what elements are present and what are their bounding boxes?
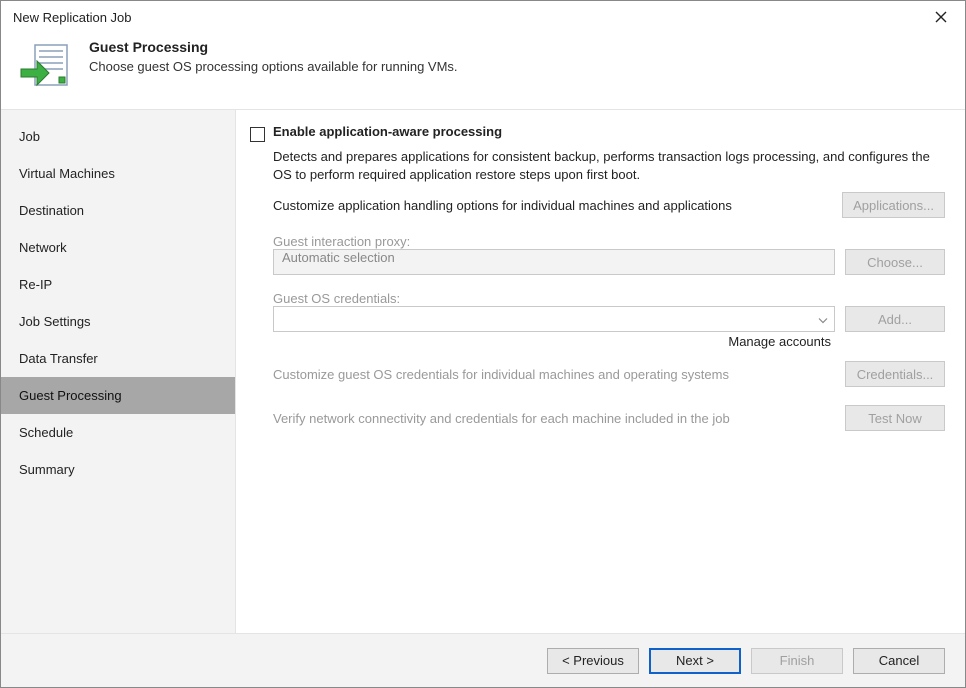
proxy-label: Guest interaction proxy: [273,234,945,249]
nav-destination[interactable]: Destination [1,192,235,229]
chevron-down-icon [818,312,828,327]
applications-button[interactable]: Applications... [842,192,945,218]
enable-app-aware-label: Enable application-aware processing [273,124,502,139]
credentials-section: Guest OS credentials: Add... Manage acco… [273,283,945,349]
manage-accounts-row: Manage accounts [273,334,945,349]
wizard-footer: < Previous Next > Finish Cancel [1,633,965,687]
nav-job-settings[interactable]: Job Settings [1,303,235,340]
proxy-row: Automatic selection Choose... [273,249,945,275]
page-title: Guest Processing [89,39,458,55]
titlebar: New Replication Job [1,1,965,33]
wizard-window: New Replication Job Guest Processing Cho… [0,0,966,688]
close-button[interactable] [927,3,955,31]
wizard-body: Job Virtual Machines Destination Network… [1,109,965,633]
enable-app-aware-desc: Detects and prepares applications for co… [273,148,945,184]
verify-text: Verify network connectivity and credenti… [273,411,835,426]
nav-data-transfer[interactable]: Data Transfer [1,340,235,377]
nav-schedule[interactable]: Schedule [1,414,235,451]
nav-re-ip[interactable]: Re-IP [1,266,235,303]
header-icon [19,39,71,91]
header-text: Guest Processing Choose guest OS process… [89,39,458,74]
manage-accounts-link[interactable]: Manage accounts [728,334,831,349]
wizard-header: Guest Processing Choose guest OS process… [1,33,965,109]
cancel-button[interactable]: Cancel [853,648,945,674]
proxy-input[interactable]: Automatic selection [273,249,835,275]
nav-virtual-machines[interactable]: Virtual Machines [1,155,235,192]
enable-app-aware-checkbox[interactable] [250,127,265,142]
page-subtitle: Choose guest OS processing options avail… [89,59,458,74]
nav-network[interactable]: Network [1,229,235,266]
close-icon [935,11,947,23]
proxy-section: Guest interaction proxy: Automatic selec… [273,226,945,275]
previous-button[interactable]: < Previous [547,648,639,674]
credentials-row: Add... [273,306,945,332]
verify-row: Verify network connectivity and credenti… [273,405,945,431]
nav-summary[interactable]: Summary [1,451,235,488]
customize-creds-row: Customize guest OS credentials for indiv… [273,361,945,387]
customize-apps-row: Customize application handling options f… [273,192,945,218]
choose-proxy-button[interactable]: Choose... [845,249,945,275]
credentials-button[interactable]: Credentials... [845,361,945,387]
next-button[interactable]: Next > [649,648,741,674]
customize-apps-text: Customize application handling options f… [273,198,832,213]
credentials-label: Guest OS credentials: [273,291,945,306]
wizard-content: Enable application-aware processing Dete… [235,110,965,633]
add-credentials-button[interactable]: Add... [845,306,945,332]
finish-button[interactable]: Finish [751,648,843,674]
nav-job[interactable]: Job [1,118,235,155]
window-title: New Replication Job [13,10,132,25]
wizard-sidebar: Job Virtual Machines Destination Network… [1,110,235,633]
test-now-button[interactable]: Test Now [845,405,945,431]
enable-app-aware-row: Enable application-aware processing [250,124,945,142]
credentials-dropdown[interactable] [273,306,835,332]
nav-guest-processing[interactable]: Guest Processing [1,377,235,414]
customize-creds-text: Customize guest OS credentials for indiv… [273,367,835,382]
